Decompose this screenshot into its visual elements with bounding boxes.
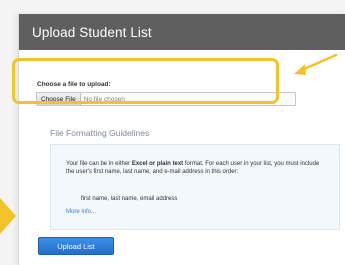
guidelines-text-part1: Your file can be in either (66, 161, 132, 167)
panel-header: Upload Student List (19, 14, 345, 50)
highlight-box (12, 58, 279, 104)
arrow-left-icon (294, 53, 338, 75)
guidelines-box: Your file can be in either Excel or plai… (50, 144, 340, 230)
page-title: Upload Student List (32, 24, 152, 40)
guidelines-text: Your file can be in either Excel or plai… (66, 160, 328, 176)
guidelines-title: File Formatting Guidelines (50, 128, 150, 138)
required-fields-line: first name, last name, email address (81, 196, 178, 202)
more-info-link[interactable]: More info... (66, 209, 96, 215)
guidelines-format-emphasis: Excel or plain text (131, 161, 184, 167)
triangle-right-icon (0, 198, 16, 234)
upload-list-button[interactable]: Upload List (38, 237, 114, 255)
